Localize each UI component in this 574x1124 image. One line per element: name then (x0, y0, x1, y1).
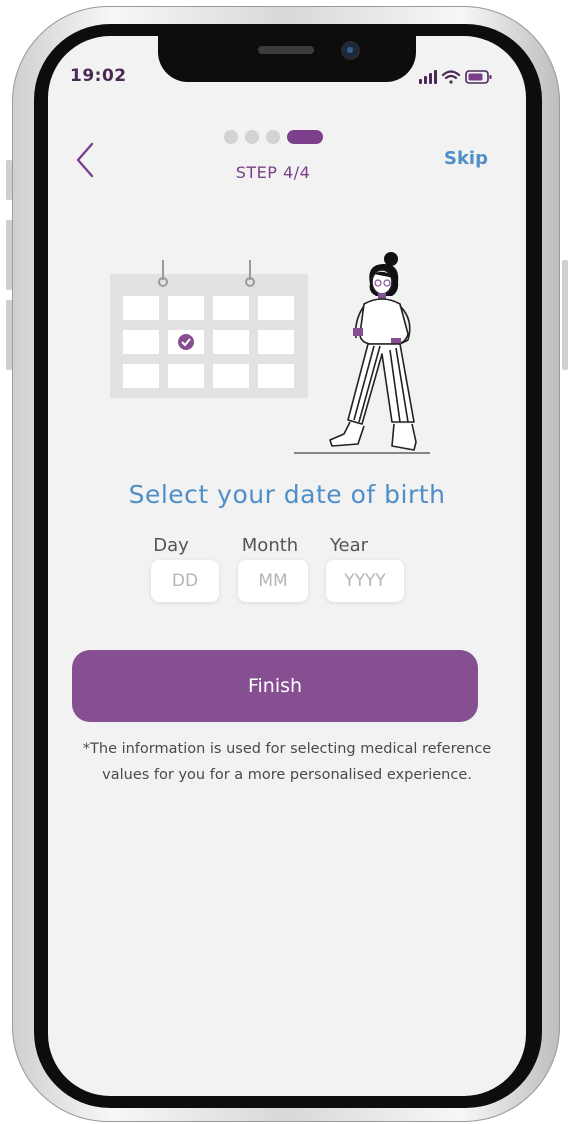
progress-dot (245, 130, 259, 144)
volume-up-button (6, 220, 12, 290)
notch (158, 36, 416, 82)
finish-button[interactable]: Finish (72, 650, 478, 722)
year-input[interactable] (326, 560, 404, 602)
progress-dot-active (287, 130, 323, 144)
skip-button[interactable]: Skip (444, 148, 488, 169)
step-label: STEP 4/4 (235, 163, 311, 182)
woman-illustration (294, 252, 430, 454)
info-note: *The information is used for selecting m… (56, 736, 518, 788)
month-input[interactable] (238, 560, 308, 602)
wifi-icon (441, 70, 461, 84)
calendar-illustration (110, 260, 308, 398)
checkmark-icon (178, 334, 194, 350)
back-button[interactable] (70, 140, 102, 180)
progress-indicator (224, 130, 328, 144)
date-illustration (110, 252, 430, 454)
speaker (258, 46, 314, 54)
progress-dot (266, 130, 280, 144)
battery-icon (465, 70, 492, 84)
power-button (562, 260, 568, 370)
progress-dot (224, 130, 238, 144)
info-note-line-2: values for you for a more personalised e… (102, 767, 472, 783)
status-icons (418, 68, 498, 86)
status-time: 19:02 (70, 66, 127, 86)
day-input[interactable] (151, 560, 219, 602)
volume-down-button (6, 300, 12, 370)
info-note-line-1: *The information is used for selecting m… (82, 741, 492, 757)
front-camera (343, 43, 358, 58)
page-title: Select your date of birth (128, 480, 446, 509)
back-chevron-icon (76, 142, 94, 178)
mute-switch (6, 160, 12, 200)
signal-icon (419, 70, 437, 84)
day-label: Day (153, 535, 189, 556)
month-label: Month (241, 535, 299, 556)
year-label: Year (329, 535, 369, 556)
